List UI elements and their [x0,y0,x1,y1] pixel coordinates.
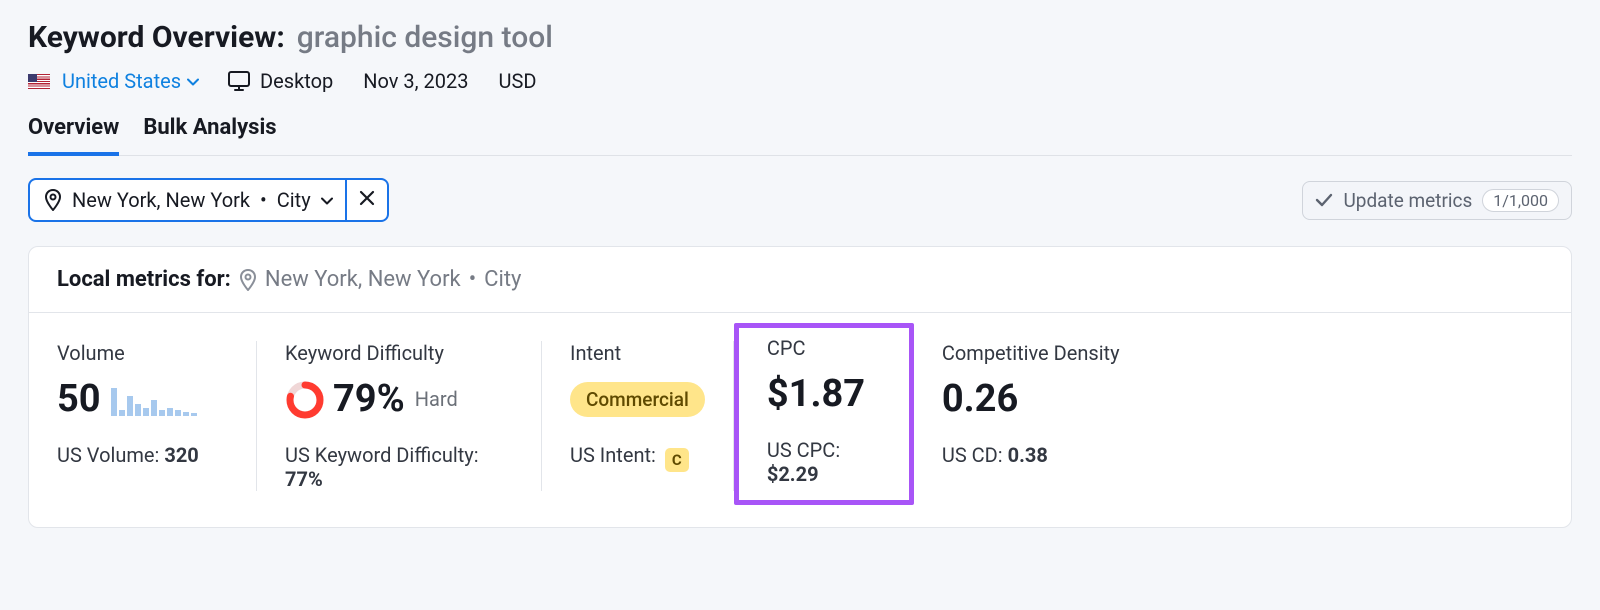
page-title-prefix: Keyword Overview: [28,20,285,55]
device-label: Desktop [260,69,333,93]
dot-separator: • [469,267,476,292]
metric-intent: Intent Commercial US Intent: C [542,341,734,491]
metric-value: $1.87 [767,375,865,413]
metric-descriptor: Hard [415,387,458,411]
metric-sub: US Volume: 320 [57,443,228,467]
metric-sub: US Keyword Difficulty: 77% [285,443,513,491]
metric-cpc: CPC $1.87 US CPC: $2.29 [734,323,914,505]
country-selector[interactable]: United States [28,69,197,93]
clear-location-button[interactable] [347,178,389,222]
date-label: Nov 3, 2023 [363,69,468,93]
metric-sub-label: US CD: [942,443,1008,467]
metric-label: Volume [57,341,228,365]
metric-sub-value: 320 [164,443,198,467]
metric-label: CPC [767,336,881,360]
filters-row: United States Desktop Nov 3, 2023 USD [28,69,1572,93]
update-metrics-button[interactable]: Update metrics 1/1,000 [1302,181,1572,220]
dot-separator: • [260,188,267,212]
location-text: New York, New York [72,188,250,212]
pin-icon [44,189,62,211]
metric-sub-label: US CPC: [767,438,840,462]
sparkline-icon [111,382,201,416]
metric-value: 50 [57,380,101,418]
pin-icon [239,269,257,291]
desktop-icon [227,70,251,92]
difficulty-ring-icon [285,380,323,418]
tab-overview[interactable]: Overview [28,115,119,156]
metric-label: Competitive Density [942,341,1515,365]
close-icon [359,190,375,210]
update-metrics-counter: 1/1,000 [1482,189,1559,212]
currency-label: USD [499,69,537,93]
intent-badge: C [665,448,689,472]
tabs: Overview Bulk Analysis [28,115,1572,156]
check-icon [1315,193,1333,207]
metric-sub-value: $2.29 [767,462,819,486]
metric-value: 79% [333,380,405,418]
metric-sub-label: US Keyword Difficulty: [285,443,479,467]
card-header-location: New York, New York [265,267,461,292]
metric-sub: US CPC: $2.29 [767,438,881,486]
location-filter[interactable]: New York, New York • City [28,178,347,222]
chevron-down-icon [187,78,197,84]
metric-sub: US CD: 0.38 [942,443,1515,467]
card-header: Local metrics for: New York, New York • … [29,247,1571,313]
metrics-row: Volume 50 [29,313,1571,527]
controls-row: New York, New York • City Update metrics… [28,178,1572,222]
metric-sub-label: US Intent: [570,443,661,467]
location-level: City [277,188,311,212]
card-header-level: City [484,267,521,292]
metric-sub-value: 0.38 [1008,443,1048,467]
metric-sub-label: US Volume: [57,443,164,467]
device-selector[interactable]: Desktop [227,69,333,93]
metric-keyword-difficulty: Keyword Difficulty 79% Hard US Keyword D… [257,341,542,491]
metric-label: Keyword Difficulty [285,341,513,365]
local-metrics-card: Local metrics for: New York, New York • … [28,246,1572,528]
update-metrics-label: Update metrics [1343,189,1472,212]
metric-sub-value: 77% [285,467,323,491]
chevron-down-icon [321,197,331,203]
metric-value: 0.26 [942,380,1018,418]
location-filter-group: New York, New York • City [28,178,389,222]
tab-bulk-analysis[interactable]: Bulk Analysis [143,115,276,156]
card-header-prefix: Local metrics for: [57,267,231,292]
metric-competitive-density: Competitive Density 0.26 US CD: 0.38 [914,341,1543,491]
metric-label: Intent [570,341,705,365]
metric-sub: US Intent: C [570,443,705,472]
us-flag-icon [28,74,50,89]
intent-pill: Commercial [570,382,705,417]
page-header: Keyword Overview: graphic design tool [28,20,1572,55]
country-label: United States [62,69,181,93]
page-title-keyword: graphic design tool [297,20,553,55]
metric-volume: Volume 50 [57,341,257,491]
